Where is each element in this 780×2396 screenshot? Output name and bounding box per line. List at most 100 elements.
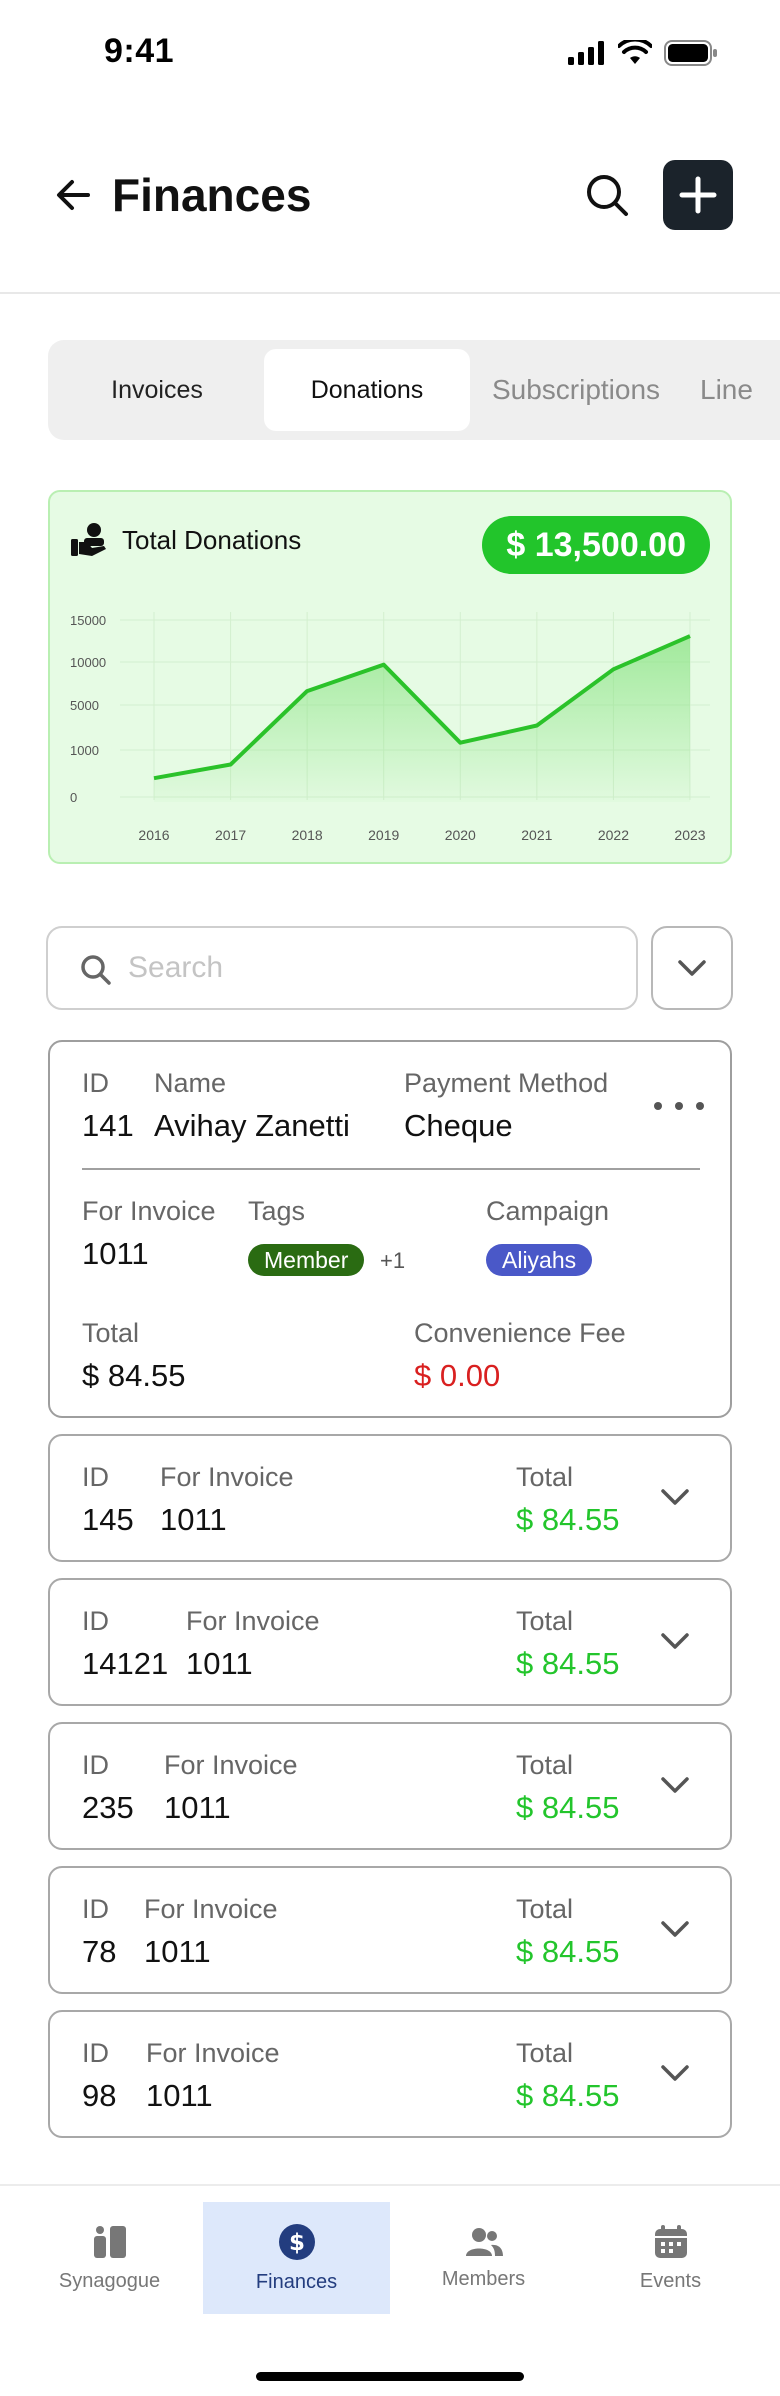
tab-invoices[interactable]: Invoices [58,349,256,431]
x-tick-label: 2016 [138,827,169,843]
chart-title: Total Donations [122,524,302,555]
nav-label: Synagogue [58,2269,161,2292]
tag-badge: Member [248,1244,365,1276]
chevron-down-icon[interactable] [660,1776,690,1794]
battery-icon [664,40,717,66]
more-dot [675,1102,683,1110]
id-value: 235 [82,1790,134,1825]
chevron-down-icon[interactable] [660,2064,690,2082]
total-value: $ 84.55 [516,1646,620,1681]
tab-subscriptions[interactable]: Subscriptions [476,349,676,431]
y-tick-label: 5000 [70,698,99,713]
synagogue-icon [93,2225,126,2258]
for-invoice-value: 1011 [144,1934,211,1969]
donations-summary-card: 15000 10000 5000 1000 0 2016 2017 2018 2019 2020 2… [48,490,732,864]
for-invoice-label: For Invoice [146,2038,280,2068]
tab-label: Line [700,374,753,405]
id-label: ID [82,1606,109,1636]
for-invoice-label: For Invoice [82,1196,216,1226]
name-value: Avihay Zanetti [154,1108,350,1143]
tab-bar: Invoices Donations Subscriptions Line [48,340,780,440]
total-label: Total [516,1750,574,1780]
x-tick-label: 2017 [215,827,246,843]
donation-card[interactable]: ID 98 For Invoice 1011 Total $ 84.55 [48,2010,732,2138]
id-value: 78 [82,1934,117,1969]
status-bar: 9:41 [0,0,780,100]
total-value: $ 84.55 [82,1358,186,1393]
tab-label: Donations [310,375,424,404]
for-invoice-value: 1011 [146,2078,213,2113]
for-invoice-value: 1011 [186,1646,253,1681]
status-time: 9:41 [104,32,175,70]
more-dot [696,1102,704,1110]
x-tick-label: 2020 [445,827,476,843]
chevron-down-icon[interactable] [660,1920,690,1938]
x-tick-label: 2019 [368,827,399,843]
search-box[interactable] [46,926,638,1010]
chevron-down-icon[interactable] [660,1488,690,1506]
y-tick-label: 10000 [70,655,106,670]
chevron-down-icon[interactable] [660,1632,690,1650]
add-button[interactable] [663,160,733,230]
calendar-icon [654,2224,687,2258]
campaign-badge: Aliyahs [486,1244,593,1276]
id-label: ID [82,2038,109,2068]
donation-card[interactable]: ID 145 For Invoice 1011 Total $ 84.55 [48,1434,732,1562]
x-tick-label: 2022 [598,827,629,843]
id-value: 145 [82,1502,134,1537]
tag-extra-count: +1 [380,1248,406,1273]
donation-card[interactable]: ID 14121 For Invoice 1011 Total $ 84.55 [48,1578,732,1706]
x-tick-label: 2021 [521,827,552,843]
total-donations-amount: $ 13,500.00 [482,516,710,574]
more-options-button[interactable] [654,1094,704,1118]
total-label: Total [82,1318,140,1348]
donation-card[interactable]: ID 235 For Invoice 1011 Total $ 84.55 [48,1722,732,1850]
nav-label: Members [441,2267,526,2290]
nav-members[interactable]: Members [390,2202,577,2314]
home-indicator [256,2372,524,2381]
x-tick-label: 2023 [674,827,705,843]
chart-title-row: Total Donations [70,522,301,558]
filter-dropdown-button[interactable] [651,926,733,1010]
back-button[interactable] [50,172,96,218]
app-header: Finances [0,150,780,242]
card-divider [82,1168,700,1170]
campaign-label: Campaign [486,1196,610,1226]
for-invoice-label: For Invoice [164,1750,298,1780]
convenience-fee-value: $ 0.00 [414,1358,501,1393]
chevron-down-icon [678,960,706,976]
for-invoice-value: 1011 [160,1502,227,1537]
payment-method-value: Cheque [404,1108,513,1143]
donation-card[interactable]: ID 78 For Invoice 1011 Total $ 84.55 [48,1866,732,1994]
id-label: ID [82,1894,109,1924]
for-invoice-value: 1011 [82,1236,149,1271]
nav-finances[interactable]: $ Finances [203,2202,390,2314]
total-value: $ 84.55 [516,1502,620,1537]
x-tick-label: 2018 [292,827,323,843]
area-fill [154,636,690,802]
search-button[interactable] [582,170,632,220]
bottom-navigation: Synagogue $ Finances Members Events [0,2184,780,2396]
tab-donations[interactable]: Donations [264,349,470,431]
payment-method-label: Payment Method [404,1068,609,1098]
y-tick-label: 1000 [70,743,99,758]
total-label: Total [516,1606,574,1636]
donation-card-expanded[interactable]: ID 141 Name Avihay Zanetti Payment Metho… [48,1040,732,1418]
id-label: ID [82,1068,109,1098]
nav-events[interactable]: Events [577,2202,764,2314]
svg-text:$: $ [288,2230,304,2256]
id-value: 14121 [82,1646,169,1681]
id-label: ID [82,1462,109,1492]
plus-icon [679,176,717,214]
y-tick-label: 0 [70,790,77,805]
back-arrow-icon [57,180,90,210]
total-label: Total [516,1462,574,1492]
for-invoice-value: 1011 [164,1790,231,1825]
id-value: 141 [82,1108,134,1143]
status-icons [568,40,718,66]
nav-synagogue[interactable]: Synagogue [16,2202,203,2314]
total-label: Total [516,2038,574,2068]
more-dot [654,1102,662,1110]
search-input[interactable] [128,942,608,994]
tab-line[interactable]: Line [700,349,780,431]
